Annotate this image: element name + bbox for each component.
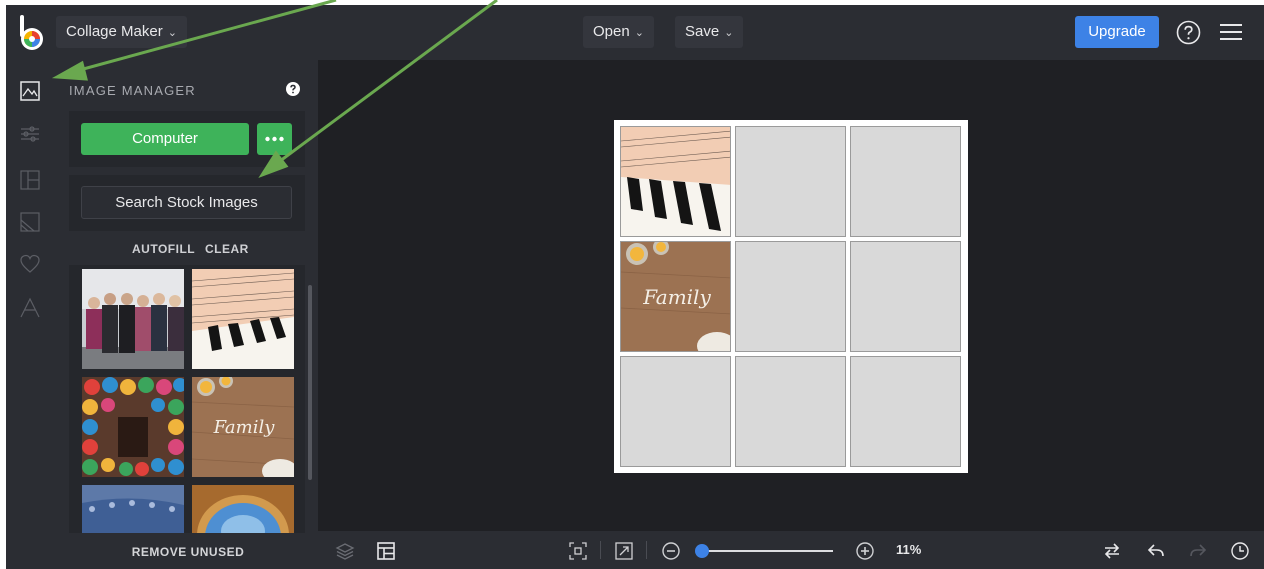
collage-cell-5[interactable] [735, 241, 846, 352]
thumbnail-colorful-bowls[interactable] [82, 377, 184, 477]
help-icon[interactable] [1176, 20, 1201, 45]
upgrade-button[interactable]: Upgrade [1075, 16, 1159, 48]
panel-scrollbar[interactable] [308, 285, 312, 480]
cell-image-sheet-music [621, 127, 730, 236]
autofill-link[interactable]: AUTOFILL [132, 242, 195, 256]
thumbnail-family-flour[interactable]: Family [192, 377, 294, 477]
layers-icon[interactable] [335, 541, 355, 561]
bottom-toolbar: 11% [318, 531, 1264, 569]
divider [646, 541, 647, 559]
swap-icon[interactable] [1102, 541, 1122, 561]
favorites-icon[interactable] [19, 253, 41, 275]
history-icon[interactable] [1230, 541, 1250, 561]
befunky-logo[interactable] [18, 15, 44, 51]
collage-cell-3[interactable] [850, 126, 961, 237]
chevron-down-icon: ⌄ [167, 27, 177, 39]
chevron-down-icon: ⌄ [724, 27, 734, 39]
zoom-out-icon[interactable] [661, 541, 681, 561]
collage-cell-4[interactable]: Family [620, 241, 731, 352]
mode-dropdown[interactable]: Collage Maker ⌄ [56, 16, 187, 48]
panel-title: IMAGE MANAGER [69, 83, 196, 98]
more-options-button[interactable] [257, 123, 292, 155]
tool-rail [6, 60, 58, 569]
layout-grid-icon[interactable] [376, 541, 396, 561]
collage-cell-9[interactable] [850, 356, 961, 467]
zoom-slider[interactable] [699, 550, 833, 552]
image-manager-panel: IMAGE MANAGER Computer Search Stock Imag… [58, 60, 318, 569]
zoom-percentage: 11% [896, 542, 922, 557]
collage-cell-2[interactable] [735, 126, 846, 237]
remove-unused-button[interactable]: REMOVE UNUSED [58, 545, 318, 559]
thumbnail-grid: Family [69, 265, 305, 533]
mode-label: Collage Maker [66, 23, 163, 40]
background-icon[interactable] [19, 211, 41, 233]
layout-icon[interactable] [19, 169, 41, 191]
redo-icon[interactable] [1188, 541, 1208, 561]
thumbnail-group-photo[interactable] [82, 269, 184, 369]
collage-canvas[interactable]: Family [614, 120, 968, 473]
actual-size-icon[interactable] [614, 541, 634, 561]
fit-to-screen-icon[interactable] [568, 541, 588, 561]
undo-icon[interactable] [1146, 541, 1166, 561]
search-stock-images-button[interactable]: Search Stock Images [81, 186, 292, 219]
thumbnail-arch-sky[interactable] [192, 485, 294, 533]
zoom-slider-handle[interactable] [695, 544, 709, 558]
open-label: Open [593, 23, 630, 40]
collage-cell-7[interactable] [620, 356, 731, 467]
collage-cell-1[interactable] [620, 126, 731, 237]
image-manager-icon[interactable] [19, 80, 41, 102]
family-lettering: Family [642, 285, 711, 309]
save-label: Save [685, 23, 720, 40]
divider [600, 541, 601, 559]
collage-cell-8[interactable] [735, 356, 846, 467]
text-icon[interactable] [19, 297, 41, 319]
computer-upload-button[interactable]: Computer [81, 123, 249, 155]
app-window: Collage Maker ⌄ Open ⌄ Save ⌄ Upgrade IM… [6, 5, 1264, 569]
cell-image-family: Family [621, 242, 730, 351]
upload-card: Computer [69, 111, 305, 167]
zoom-in-icon[interactable] [855, 541, 875, 561]
help-icon[interactable] [286, 82, 300, 96]
top-bar: Collage Maker ⌄ Open ⌄ Save ⌄ Upgrade [6, 5, 1264, 60]
save-dropdown[interactable]: Save ⌄ [675, 16, 744, 48]
thumbnail-blue-mosaic[interactable] [82, 485, 184, 533]
open-dropdown[interactable]: Open ⌄ [583, 16, 654, 48]
stock-card: Search Stock Images [69, 175, 305, 231]
collage-cell-6[interactable] [850, 241, 961, 352]
clear-link[interactable]: CLEAR [205, 242, 249, 256]
chevron-down-icon: ⌄ [634, 27, 644, 39]
adjust-icon[interactable] [19, 123, 41, 145]
hamburger-menu-icon[interactable] [1220, 22, 1242, 42]
thumbnail-sheet-music-piano[interactable] [192, 269, 294, 369]
family-lettering: Family [213, 417, 276, 438]
